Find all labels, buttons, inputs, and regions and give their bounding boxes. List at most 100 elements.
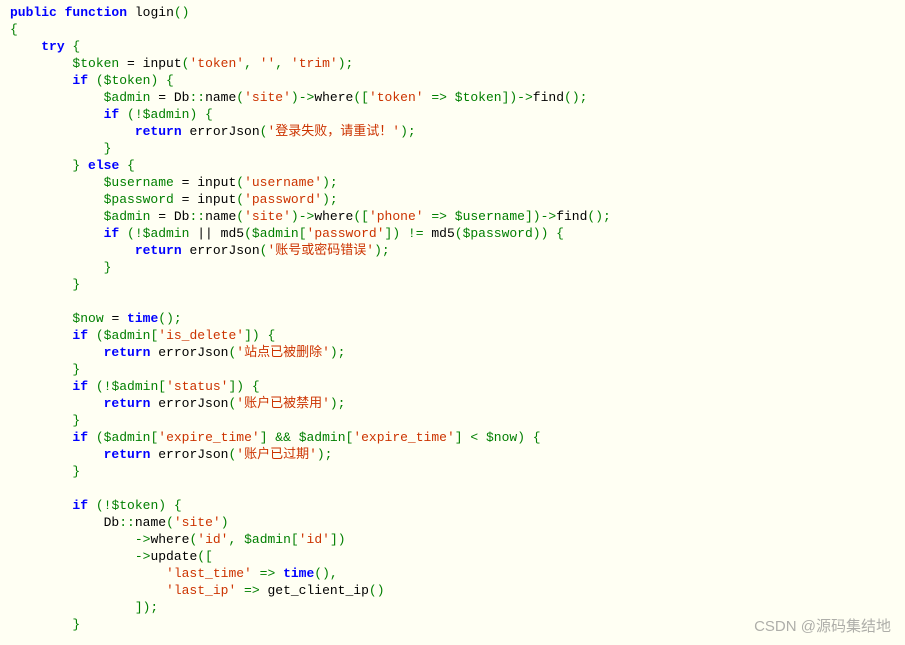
var-token: $token xyxy=(72,56,119,71)
method: where xyxy=(150,532,189,547)
paren: )-> xyxy=(291,209,314,224)
bracket: ] && xyxy=(260,430,299,445)
brace: } xyxy=(72,464,80,479)
fn: errorJson xyxy=(150,396,228,411)
str: 'is_delete' xyxy=(158,328,244,343)
arrow: => xyxy=(236,583,267,598)
paren: ); xyxy=(374,243,390,258)
kw-if: if xyxy=(72,73,88,88)
brace: } xyxy=(72,617,80,632)
fn-name: login xyxy=(135,5,174,20)
var: $admin xyxy=(252,226,299,241)
str: 'password' xyxy=(307,226,385,241)
parens: () xyxy=(174,5,190,20)
kw-if: if xyxy=(72,379,88,394)
var: $token xyxy=(104,73,151,88)
str: 'password' xyxy=(244,192,322,207)
var: $admin xyxy=(104,209,151,224)
var: $password xyxy=(463,226,533,241)
paren: ( xyxy=(236,90,244,105)
kw-return: return xyxy=(104,345,151,360)
kw-return: return xyxy=(104,396,151,411)
paren: ); xyxy=(400,124,416,139)
fn: input xyxy=(197,175,236,190)
paren: (), xyxy=(314,566,337,581)
var: $admin xyxy=(143,107,190,122)
kw-if: if xyxy=(104,107,120,122)
paren: (! xyxy=(88,379,111,394)
var-admin: $admin xyxy=(104,90,151,105)
fn: errorJson xyxy=(182,124,260,139)
bracket: [ xyxy=(299,226,307,241)
paren: ); xyxy=(317,447,333,462)
comma: , xyxy=(228,532,244,547)
paren: )-> xyxy=(291,90,314,105)
brace: { xyxy=(10,22,18,37)
method: find xyxy=(556,209,587,224)
kw-if: if xyxy=(104,226,120,241)
paren: ( xyxy=(88,328,104,343)
scope: :: xyxy=(119,515,135,530)
paren: ([ xyxy=(353,90,369,105)
paren: ) { xyxy=(158,498,181,513)
fn-md5: md5 xyxy=(431,226,454,241)
str: 'trim' xyxy=(291,56,338,71)
fn: errorJson xyxy=(150,447,228,462)
fn-md5: md5 xyxy=(221,226,244,241)
arrow: -> xyxy=(135,532,151,547)
var: $username xyxy=(455,209,525,224)
fn: input xyxy=(197,192,236,207)
str: 'status' xyxy=(166,379,228,394)
paren: ([ xyxy=(353,209,369,224)
eq: = xyxy=(104,311,127,326)
class-db: Db xyxy=(174,90,190,105)
paren: ( xyxy=(236,192,244,207)
bracket: ]) { xyxy=(228,379,259,394)
kw-function: function xyxy=(65,5,127,20)
paren: ( xyxy=(455,226,463,241)
str: '' xyxy=(260,56,276,71)
bracket: ]) { xyxy=(244,328,275,343)
kw-return: return xyxy=(104,447,151,462)
str: 'expire_time' xyxy=(158,430,259,445)
paren: ([ xyxy=(197,549,213,564)
paren: ])-> xyxy=(502,90,533,105)
str: '账户已过期' xyxy=(236,447,317,462)
kw-if: if xyxy=(72,430,88,445)
str: 'username' xyxy=(244,175,322,190)
str: 'phone' xyxy=(369,209,424,224)
str: '账户已被禁用' xyxy=(236,396,330,411)
bracket: ]) xyxy=(330,532,346,547)
paren: (); xyxy=(587,209,610,224)
var: $admin xyxy=(104,430,151,445)
paren: ); xyxy=(322,192,338,207)
method: find xyxy=(533,90,564,105)
var: $password xyxy=(104,192,174,207)
str: '账号或密码错误' xyxy=(267,243,374,258)
paren: ); xyxy=(330,345,346,360)
paren: ( xyxy=(236,175,244,190)
paren: ) { xyxy=(517,430,540,445)
var: $admin xyxy=(244,532,291,547)
kw-return: return xyxy=(135,243,182,258)
eq: = xyxy=(150,90,173,105)
paren: ]); xyxy=(135,600,158,615)
bracket: [ xyxy=(291,532,299,547)
or: || xyxy=(189,226,220,241)
paren: ( xyxy=(244,226,252,241)
fn: errorJson xyxy=(182,243,260,258)
paren: (); xyxy=(158,311,181,326)
arrow: => xyxy=(252,566,283,581)
paren: ); xyxy=(338,56,354,71)
paren: ( xyxy=(88,73,104,88)
method: name xyxy=(135,515,166,530)
paren: ( xyxy=(166,515,174,530)
class-db: Db xyxy=(174,209,190,224)
bracket: ]) != xyxy=(385,226,432,241)
kw-public: public xyxy=(10,5,57,20)
str: 'site' xyxy=(244,209,291,224)
method: where xyxy=(314,209,353,224)
arrow: => xyxy=(424,90,455,105)
method: where xyxy=(314,90,353,105)
paren: ); xyxy=(322,175,338,190)
